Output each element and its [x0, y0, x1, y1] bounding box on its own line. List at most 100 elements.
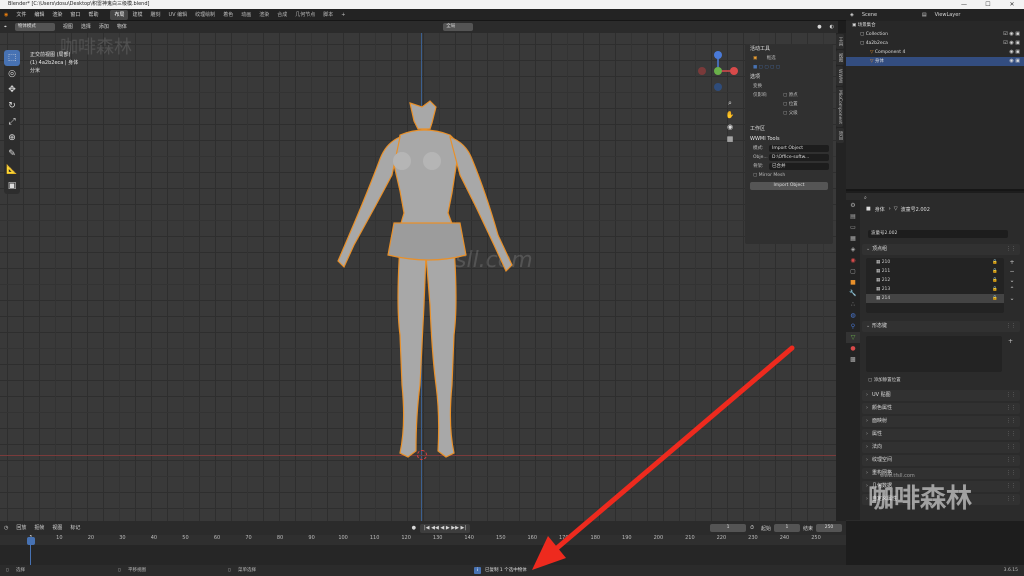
rotate-icon[interactable]: ↻ [4, 98, 20, 114]
shape-keys-add-icon[interactable]: + [1008, 338, 1013, 345]
render-props-icon[interactable]: ▤ [846, 211, 860, 222]
tool-mode-icons[interactable]: ■ ▢ ▢ ▢ ▢ [745, 63, 833, 72]
menu-add[interactable]: 添加 [95, 21, 113, 33]
add-icon[interactable]: + [1006, 258, 1018, 267]
options-header[interactable]: 选项 [745, 72, 833, 82]
menu-object[interactable]: 物体 [113, 21, 131, 33]
cursor-icon[interactable]: ◎ [4, 66, 20, 82]
chevron-down-icon[interactable]: ⌄ [1006, 276, 1018, 285]
modifier-props-icon[interactable]: 🔧 [846, 288, 860, 299]
tool-props-icon[interactable]: ⚙ [846, 200, 860, 211]
wwmi-mode-select[interactable]: Import Object [769, 145, 829, 152]
mesh-name-field[interactable]: 波童号2.002 [868, 230, 1008, 238]
outliner-root[interactable]: ▣ 场景集合 [846, 21, 1024, 30]
transform-icon[interactable]: ⊕ [4, 130, 20, 146]
material-props-icon[interactable]: ● [846, 343, 860, 354]
view-layer-props-icon[interactable]: ▦ [846, 233, 860, 244]
affect-only-locations[interactable]: ▢ 位置 [745, 100, 833, 109]
tab-modeling[interactable]: 建模 [128, 10, 146, 20]
shading-solid-icon[interactable]: ● [813, 21, 825, 33]
list-item[interactable]: ▦ 214 🔒 [866, 294, 1004, 303]
menu-timeline-view[interactable]: 视图 [48, 522, 66, 534]
wwmi-object-path[interactable]: D:\Office-softw... [769, 154, 829, 161]
end-frame-field[interactable]: 250 [816, 524, 842, 532]
transform-subheader[interactable]: 变换 [745, 82, 833, 91]
playhead[interactable] [27, 537, 35, 545]
collection-props-icon[interactable]: ▢ [846, 266, 860, 277]
search-icon[interactable]: ⌕ [864, 195, 867, 201]
add-workspace-button[interactable]: + [337, 10, 349, 20]
data-props-icon[interactable]: ▽ [846, 332, 860, 343]
pan-hand-icon[interactable]: ✋ [724, 109, 736, 121]
list-item[interactable]: ▦ 213 🔒 [866, 285, 1004, 294]
shading-material-icon[interactable]: ◐ [826, 21, 838, 33]
tab-compositing[interactable]: 合成 [273, 10, 291, 20]
menu-marker[interactable]: 标记 [66, 522, 84, 534]
tool-name-row[interactable]: ▣ 框选 [745, 54, 833, 63]
visibility-icons[interactable]: ☑ ◉ ▣ [1003, 30, 1020, 39]
output-props-icon[interactable]: ▭ [846, 222, 860, 233]
move-down-icon[interactable]: ⌄ [1006, 294, 1018, 303]
measure-icon[interactable]: 📐 [4, 162, 20, 178]
tab-uv-editing[interactable]: UV 编辑 [165, 10, 192, 20]
menu-window[interactable]: 窗口 [66, 9, 84, 21]
physics-props-icon[interactable]: ◍ [846, 310, 860, 321]
tab-view[interactable]: 视图 [836, 50, 844, 65]
section-color-attributes[interactable]: 颜色属性⋮⋮ [862, 403, 1020, 414]
menu-file[interactable]: 文件 [12, 9, 30, 21]
texture-props-icon[interactable]: ▩ [846, 354, 860, 365]
editor-type-icon[interactable]: ⌖ [0, 21, 11, 33]
view-layer-name[interactable]: ViewLayer [931, 9, 965, 21]
camera-icon[interactable]: ◉ [724, 121, 736, 133]
menu-playback[interactable]: 回放 [12, 522, 30, 534]
list-item[interactable]: ▦ 211 🔒 [866, 267, 1004, 276]
menu-keying[interactable]: 抠帧 [30, 522, 48, 534]
timeline-editor-icon[interactable]: ◷ [0, 522, 12, 534]
section-normals[interactable]: 法向⋮⋮ [862, 442, 1020, 453]
constraints-props-icon[interactable]: ⚲ [846, 321, 860, 332]
menu-render[interactable]: 渲染 [48, 9, 66, 21]
scale-icon[interactable]: ⤢ [4, 114, 20, 130]
tab-item[interactable]: 项目 [836, 128, 844, 144]
annotate-icon[interactable]: ✎ [4, 146, 20, 162]
menu-select[interactable]: 选择 [77, 21, 95, 33]
add-rest-position-checkbox[interactable]: ▢ 添加静置位置 [868, 377, 901, 383]
tab-miocomponent[interactable]: MioComponent [836, 87, 843, 128]
mirror-mesh-checkbox[interactable]: ▢ Mirror Mesh [745, 171, 833, 180]
section-shape-keys[interactable]: 形态键⋮⋮ [862, 321, 1020, 332]
menu-edit[interactable]: 编辑 [30, 9, 48, 21]
tab-rendering[interactable]: 渲染 [255, 10, 273, 20]
wwmi-header[interactable]: WWMI Tools [745, 134, 833, 144]
wwmi-skeleton-select[interactable]: 已合并 [769, 163, 829, 170]
tab-tool[interactable]: 工具 [836, 34, 844, 49]
select-box-icon[interactable]: ⬚ [4, 50, 20, 66]
add-cube-icon[interactable]: ▣ [4, 178, 20, 194]
outliner-item-collection[interactable]: ▢ Collection ☑ ◉ ▣ [846, 30, 1024, 39]
scene-name[interactable]: Scene [858, 9, 918, 21]
move-icon[interactable]: ✥ [4, 82, 20, 98]
tab-scripting[interactable]: 脚本 [319, 10, 337, 20]
section-vertex-groups[interactable]: 顶点组⋮⋮ [862, 244, 1020, 255]
outliner-item-4a2b2eca[interactable]: ▢ 4a2b2eca ☑ ◉ ▣ [846, 39, 1024, 48]
outliner-item-component-4[interactable]: ▽ Component 4 ◉ ▣ [846, 48, 1024, 57]
remove-icon[interactable]: − [1006, 267, 1018, 276]
tab-layout[interactable]: 布局 [110, 10, 129, 20]
tab-geometry-nodes[interactable]: 几何节点 [291, 10, 319, 20]
transform-orientation[interactable]: 全局 [443, 23, 474, 31]
active-tool-header[interactable]: 活动工具 [745, 44, 833, 54]
affect-only-parents[interactable]: ▢ 父级 [745, 109, 833, 118]
visibility-icons[interactable]: ◉ ▣ [1009, 57, 1020, 66]
minimize-icon[interactable]: — [952, 0, 976, 9]
tab-sculpt[interactable]: 雕刻 [146, 10, 164, 20]
import-object-button[interactable]: Import Object [750, 182, 828, 190]
section-texture-space[interactable]: 纹理空间⋮⋮ [862, 455, 1020, 466]
grid-icon[interactable]: ▦ [724, 133, 736, 145]
menu-view[interactable]: 视图 [59, 21, 77, 33]
tab-animation[interactable]: 动画 [237, 10, 255, 20]
menu-help[interactable]: 帮助 [84, 9, 102, 21]
section-face-maps[interactable]: 面映射⋮⋮ [862, 416, 1020, 427]
workspace-header[interactable]: 工作区 [745, 124, 833, 134]
tab-shading[interactable]: 着色 [219, 10, 237, 20]
close-icon[interactable]: ✕ [1000, 0, 1024, 9]
record-icon[interactable]: ● [408, 522, 420, 534]
